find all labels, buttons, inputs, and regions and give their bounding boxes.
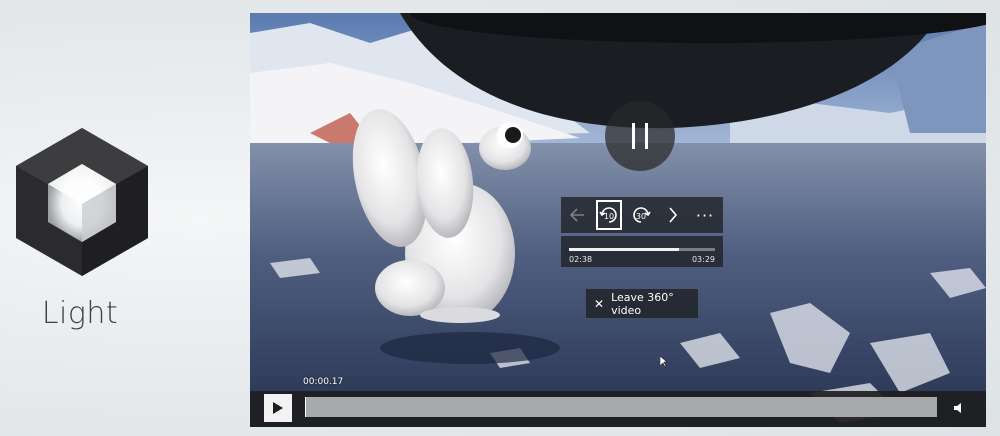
more-icon: ···: [695, 205, 715, 225]
next-button[interactable]: [657, 197, 689, 233]
chevron-right-icon: [669, 207, 678, 223]
forward-label: 30: [636, 212, 646, 221]
volume-icon: [954, 403, 961, 413]
back-arrow-icon: [569, 208, 584, 222]
mini-progress-track[interactable]: [569, 248, 715, 251]
mini-progress: 02:38 03:29: [561, 236, 723, 267]
left-panel: Light: [0, 0, 250, 436]
mini-controls: 10 30 ···: [561, 197, 723, 233]
total-time: 03:29: [691, 255, 715, 264]
close-icon: ✕: [594, 296, 605, 311]
play-icon: [273, 402, 283, 414]
pause-icon: [632, 123, 635, 149]
elapsed-time: 00:00.17: [303, 377, 344, 387]
theme-label: Light: [41, 296, 119, 331]
play-button[interactable]: [264, 394, 292, 422]
mini-progress-fill: [569, 248, 680, 251]
forward-30-icon: 30: [633, 207, 651, 223]
volume-button[interactable]: [947, 395, 973, 421]
bottom-control-bar: [250, 391, 986, 427]
mouse-cursor-icon: [660, 356, 668, 368]
seek-fill: [305, 397, 307, 417]
seek-bar[interactable]: [305, 397, 937, 417]
more-button[interactable]: ···: [689, 197, 721, 233]
back-button[interactable]: [561, 197, 593, 233]
rewind-label: 10: [604, 212, 614, 221]
current-time: 02:38: [569, 255, 593, 264]
video-player[interactable]: 10 30 ··· 02:38 03:29 ✕ Leave 360° video: [250, 13, 986, 427]
leave-360-button[interactable]: ✕ Leave 360° video: [586, 289, 698, 318]
forward-30-button[interactable]: 30: [625, 197, 657, 233]
pause-button[interactable]: [605, 101, 675, 171]
rewind-10-icon: 10: [599, 207, 617, 223]
light-theme-logo-icon: [16, 128, 148, 276]
rewind-10-button[interactable]: 10: [593, 197, 625, 233]
leave-360-label: Leave 360° video: [611, 290, 674, 317]
